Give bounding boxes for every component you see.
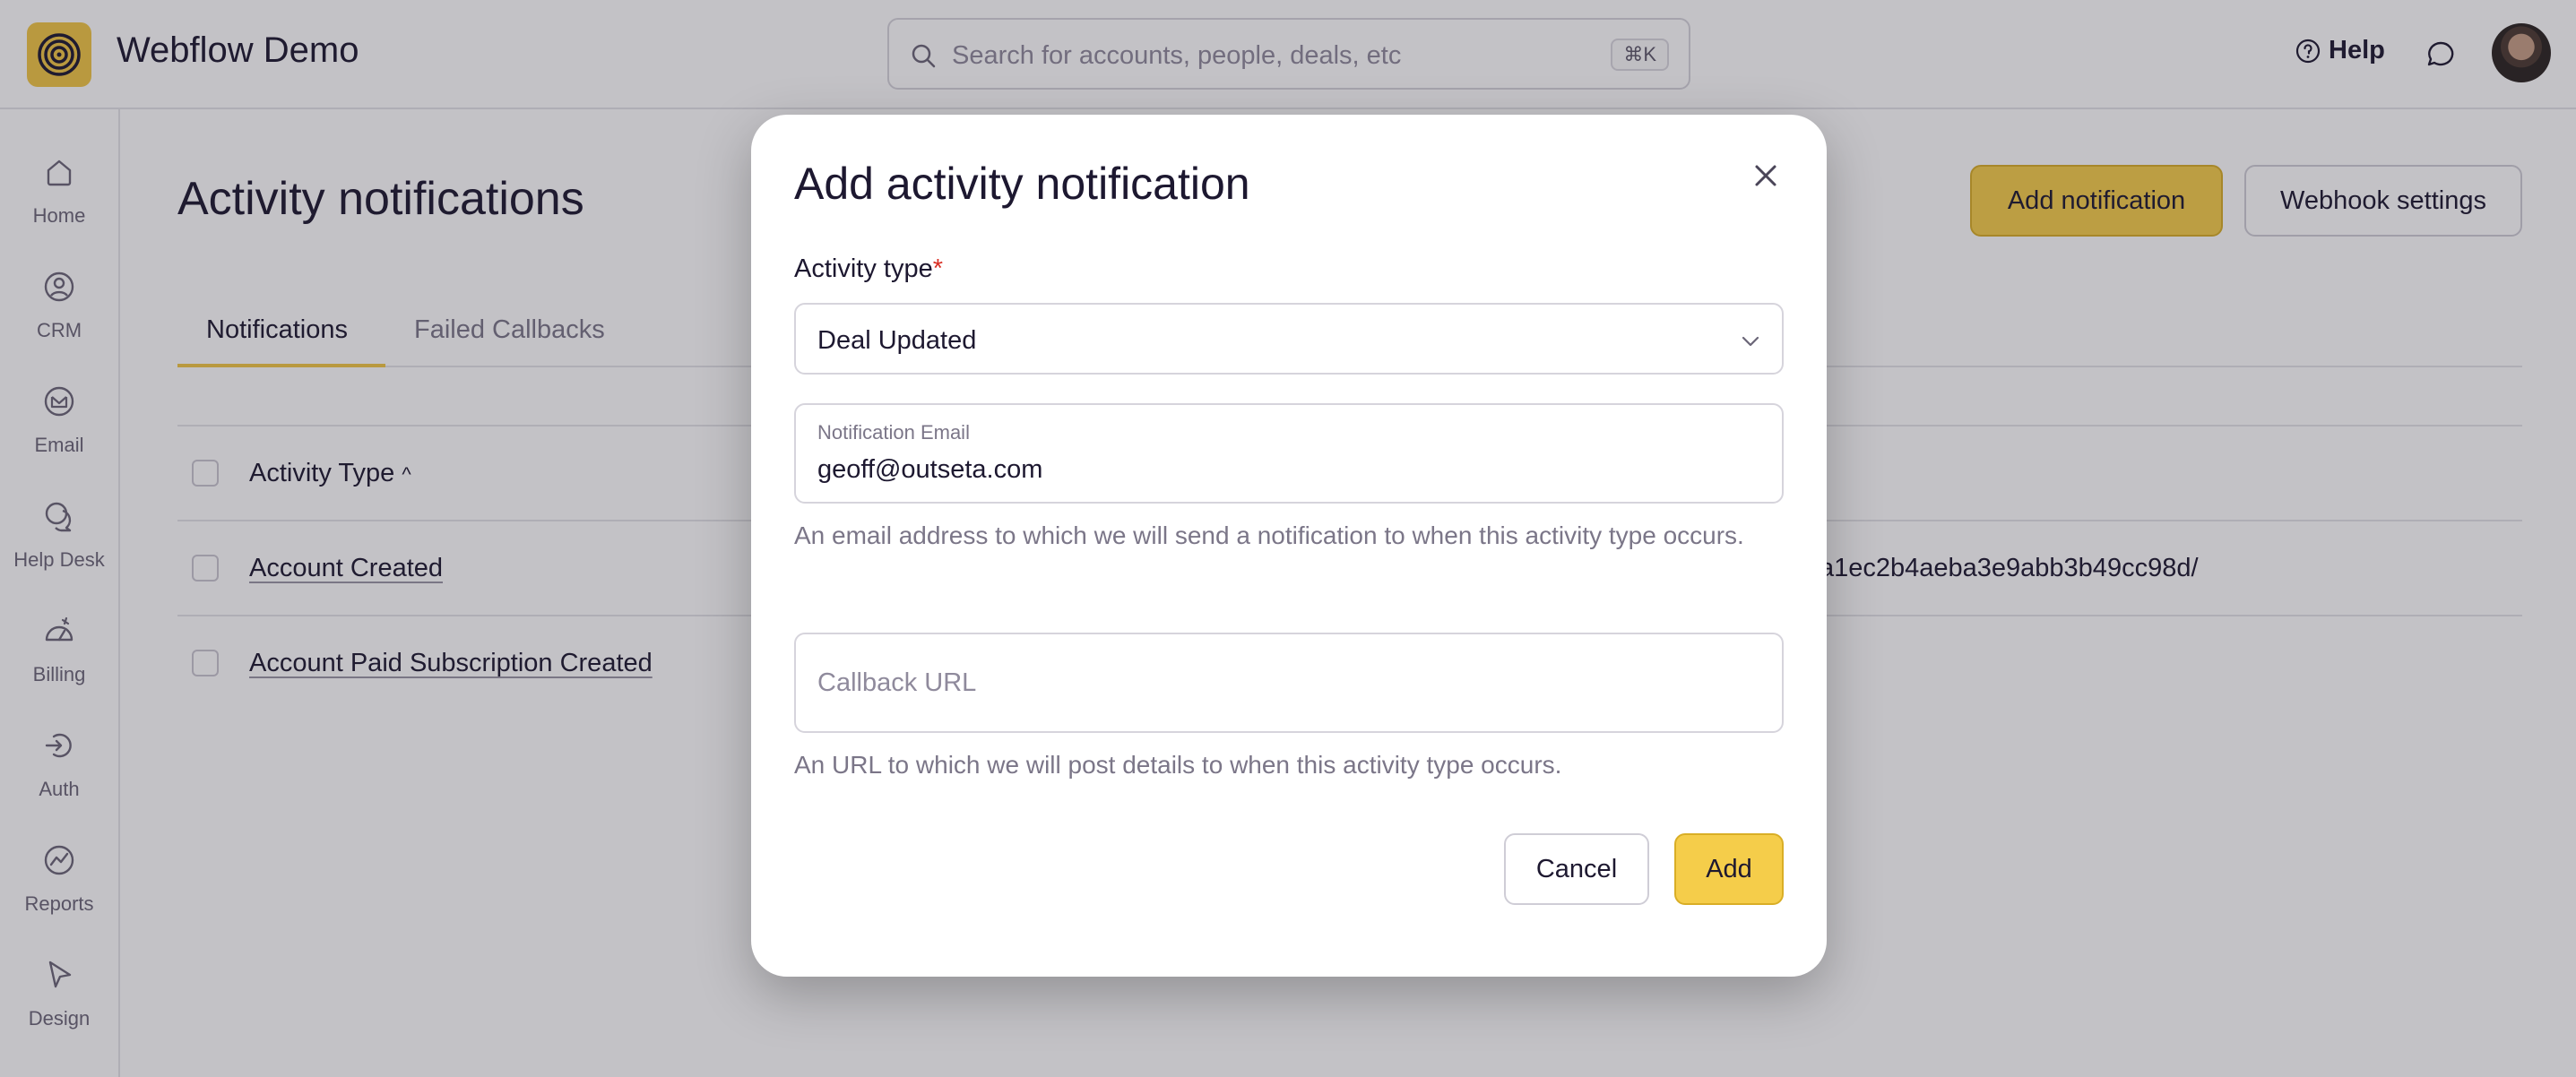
callback-url-hint: An URL to which we will post details to … xyxy=(794,751,1562,779)
callback-url-placeholder: Callback URL xyxy=(817,668,977,697)
notification-email-hint: An email address to which we will send a… xyxy=(794,521,1744,549)
close-icon[interactable] xyxy=(1748,158,1784,194)
required-marker: * xyxy=(932,254,944,283)
callback-url-field[interactable]: Callback URL xyxy=(794,633,1784,733)
activity-type-label-text: Activity type xyxy=(794,254,933,283)
dialog-title: Add activity notification xyxy=(794,159,1250,209)
notification-email-label: Notification Email xyxy=(817,421,970,444)
activity-type-select[interactable]: Deal Updated xyxy=(794,303,1784,375)
add-activity-notification-dialog: Add activity notification Activity type*… xyxy=(751,115,1827,977)
activity-type-label: Activity type* xyxy=(794,254,943,284)
notification-email-field[interactable]: Notification Email geoff@outseta.com xyxy=(794,403,1784,504)
add-button[interactable]: Add xyxy=(1674,833,1784,905)
activity-type-selected-value: Deal Updated xyxy=(817,326,977,355)
notification-email-value: geoff@outseta.com xyxy=(817,455,1043,484)
chevron-down-icon xyxy=(1742,336,1759,347)
cancel-button[interactable]: Cancel xyxy=(1504,833,1649,905)
